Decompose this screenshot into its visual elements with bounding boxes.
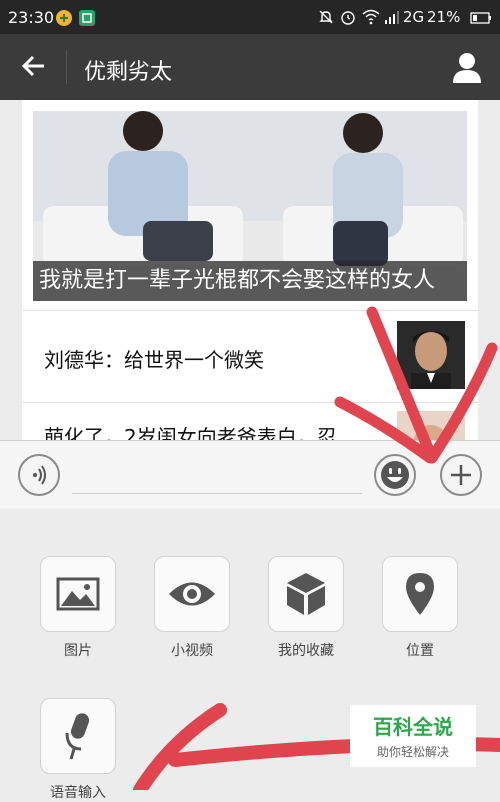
status-time: 23:30	[8, 8, 55, 27]
voice-input-label: 语音输入	[50, 785, 106, 801]
microphone-icon	[65, 713, 90, 760]
title-bar: 优剩劣太	[0, 34, 500, 100]
plus-icon	[451, 465, 471, 485]
picture-label: 图片	[64, 643, 92, 659]
scan-icon	[78, 9, 95, 26]
article-feed: 我就是打一辈子光棍都不会娶这样的女人 刘德华：给世界一个微笑 萌化了，2岁闺女向…	[22, 100, 478, 440]
picture-button[interactable]	[40, 556, 116, 632]
location-pin-icon	[406, 573, 434, 615]
watermark-title: 百科全说	[373, 715, 453, 739]
article-row[interactable]: 萌化了，2岁闺女向老爸表白，忍	[22, 402, 478, 440]
article-thumbnail	[397, 411, 465, 440]
cube-icon	[287, 573, 325, 615]
location-label: 位置	[406, 643, 434, 659]
article-title: 萌化了，2岁闺女向老爸表白，忍	[44, 425, 337, 440]
short-video-button[interactable]	[154, 556, 230, 632]
watermark-subtitle: 助你轻松解决	[376, 745, 449, 759]
wifi-icon	[362, 9, 380, 25]
watermark-logo: 百科全说 助你轻松解决	[350, 705, 476, 767]
voice-input-button[interactable]	[40, 698, 116, 774]
battery-percent: 21%	[427, 8, 461, 26]
status-bar: 23:30 2G 21%	[0, 0, 500, 34]
battery-icon	[470, 10, 492, 26]
favorites-label: 我的收藏	[278, 643, 334, 659]
eye-icon	[169, 582, 215, 606]
short-video-label: 小视频	[171, 643, 213, 659]
voice-wave-icon	[33, 465, 46, 485]
image-icon	[56, 577, 100, 611]
article-row[interactable]: 刘德华：给世界一个微笑	[22, 310, 478, 403]
page-title: 优剩劣太	[84, 60, 173, 85]
voice-mode-button[interactable]	[18, 454, 60, 496]
hero-article[interactable]: 我就是打一辈子光棍都不会娶这样的女人	[33, 111, 467, 301]
emoji-button[interactable]	[374, 454, 416, 496]
profile-icon[interactable]	[450, 50, 484, 84]
location-button[interactable]	[382, 556, 458, 632]
app-notification-icon	[55, 9, 72, 26]
header-divider	[66, 50, 67, 84]
more-button[interactable]	[440, 454, 482, 496]
network-type: 2G	[403, 8, 425, 26]
back-arrow-icon[interactable]	[20, 52, 48, 80]
smiley-icon	[381, 461, 409, 489]
signal-icon	[384, 9, 400, 25]
article-thumbnail	[397, 321, 465, 389]
article-title: 刘德华：给世界一个微笑	[44, 348, 264, 372]
hero-caption: 我就是打一辈子光棍都不会娶这样的女人	[33, 261, 467, 301]
alarm-icon	[340, 9, 356, 25]
message-input[interactable]	[72, 493, 362, 494]
chat-input-bar	[0, 440, 500, 510]
favorites-button[interactable]	[268, 556, 344, 632]
mute-icon	[318, 9, 334, 25]
